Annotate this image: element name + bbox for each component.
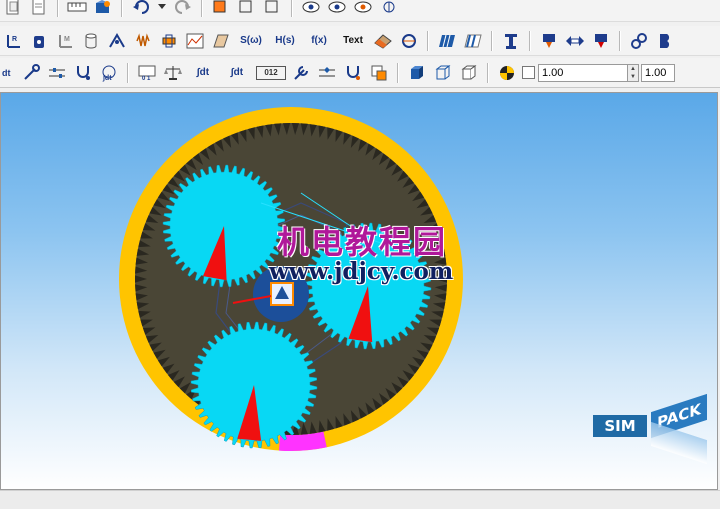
function-integrate-icon[interactable]: ∫dt bbox=[98, 62, 120, 84]
h-s-button[interactable]: H(s) bbox=[270, 30, 300, 52]
logo-part-sim: SIM bbox=[593, 415, 647, 437]
cube-hidden-icon[interactable] bbox=[458, 62, 480, 84]
separator bbox=[491, 30, 493, 51]
curve-editor-icon[interactable] bbox=[184, 30, 206, 52]
cube-wireframe-icon[interactable] bbox=[432, 62, 454, 84]
scale-checkbox[interactable] bbox=[522, 66, 535, 79]
mirror-z-icon[interactable] bbox=[262, 0, 284, 18]
s-omega-button[interactable]: S(ω) bbox=[236, 30, 266, 52]
coordinate-eye-icon[interactable] bbox=[378, 0, 400, 18]
rail-icon[interactable] bbox=[500, 30, 522, 52]
body-icon[interactable] bbox=[28, 30, 50, 52]
simpack-logo: SIM PACK bbox=[593, 393, 713, 465]
separator bbox=[427, 30, 429, 51]
new-document-icon[interactable] bbox=[28, 0, 50, 18]
grid-icon[interactable] bbox=[436, 30, 458, 52]
separator bbox=[201, 0, 203, 17]
marker-m-icon[interactable]: M bbox=[54, 30, 76, 52]
cube-solid-icon[interactable] bbox=[406, 62, 428, 84]
stripes-icon[interactable] bbox=[462, 30, 484, 52]
sliders-icon[interactable] bbox=[46, 62, 68, 84]
center-of-mass-icon[interactable] bbox=[496, 62, 518, 84]
mirror-y-icon[interactable] bbox=[236, 0, 258, 18]
load-icon[interactable] bbox=[590, 30, 612, 52]
undo-icon[interactable] bbox=[130, 0, 152, 18]
separator bbox=[291, 0, 293, 17]
separator bbox=[487, 62, 489, 83]
eraser-icon[interactable] bbox=[372, 30, 394, 52]
cylinder-icon[interactable] bbox=[80, 30, 102, 52]
toolbar-row-modeling: R M S(ω) H(s) f(x) Text bbox=[0, 26, 720, 56]
eye-spring-icon[interactable] bbox=[352, 0, 374, 18]
mirror-x-icon[interactable] bbox=[210, 0, 232, 18]
ruler-icon[interactable] bbox=[66, 0, 88, 18]
status-bar bbox=[0, 490, 720, 509]
svg-text:M: M bbox=[64, 36, 70, 43]
joint-icon[interactable] bbox=[106, 30, 128, 52]
marker-icon[interactable]: R bbox=[2, 30, 24, 52]
sensor-icon[interactable] bbox=[538, 30, 560, 52]
transform-icon[interactable] bbox=[398, 30, 420, 52]
integrate-partial-icon[interactable]: dt bbox=[2, 62, 16, 84]
eye-toggle-icon[interactable] bbox=[326, 0, 348, 18]
svg-text:R: R bbox=[12, 36, 17, 43]
scale-spinner-1[interactable]: ▲ ▼ bbox=[628, 63, 639, 82]
numeric-display-button[interactable]: 012 bbox=[256, 65, 286, 80]
integrate-button-1[interactable]: ∫dt bbox=[188, 62, 218, 84]
balance-icon[interactable] bbox=[162, 62, 184, 84]
wrench-icon[interactable] bbox=[290, 62, 312, 84]
separator bbox=[127, 62, 129, 83]
package-icon[interactable] bbox=[92, 0, 114, 18]
svg-text:0 1: 0 1 bbox=[142, 76, 151, 82]
tools-icon[interactable] bbox=[20, 62, 42, 84]
separator bbox=[397, 62, 399, 83]
export-icon[interactable] bbox=[368, 62, 390, 84]
bushing-icon[interactable] bbox=[564, 30, 586, 52]
svg-text:∫dt: ∫dt bbox=[102, 75, 112, 82]
scale-field-1[interactable]: 1.00 bbox=[538, 63, 628, 82]
spring-icon[interactable] bbox=[132, 30, 154, 52]
text-button[interactable]: Text bbox=[338, 30, 368, 52]
3d-viewport[interactable]: 机电教程园 www.jdjcy.com SIM PACK bbox=[0, 92, 718, 490]
separator bbox=[619, 30, 621, 51]
separator bbox=[529, 30, 531, 51]
separator bbox=[57, 0, 59, 17]
separator bbox=[121, 0, 123, 17]
surface-icon[interactable] bbox=[210, 30, 232, 52]
solver-icon[interactable]: 0 1 bbox=[136, 62, 158, 84]
stethoscope-icon[interactable] bbox=[72, 62, 94, 84]
integrate-button-2[interactable]: ∫dt bbox=[222, 62, 252, 84]
adjust-icon[interactable] bbox=[316, 62, 338, 84]
toolbar-row-file bbox=[0, 0, 720, 22]
constraint-icon[interactable] bbox=[158, 30, 180, 52]
link-icon[interactable] bbox=[628, 30, 650, 52]
watermark-title: 机电教程园 bbox=[277, 223, 448, 261]
f-x-button[interactable]: f(x) bbox=[304, 30, 334, 52]
toolbar-row-analysis: dt ∫dt 0 1 ∫dt ∫dt 012 1.00 ▲ ▼ 1.00 bbox=[0, 58, 720, 88]
scale-field-2[interactable]: 1.00 bbox=[641, 63, 675, 82]
flexbody-icon[interactable] bbox=[654, 30, 676, 52]
eye-icon[interactable] bbox=[300, 0, 322, 18]
chevron-down-icon[interactable] bbox=[156, 0, 168, 18]
probe-icon[interactable] bbox=[342, 62, 364, 84]
open-model-icon[interactable] bbox=[2, 0, 24, 18]
watermark-url: www.jdjcy.com bbox=[269, 258, 454, 285]
redo-icon[interactable] bbox=[172, 0, 194, 18]
